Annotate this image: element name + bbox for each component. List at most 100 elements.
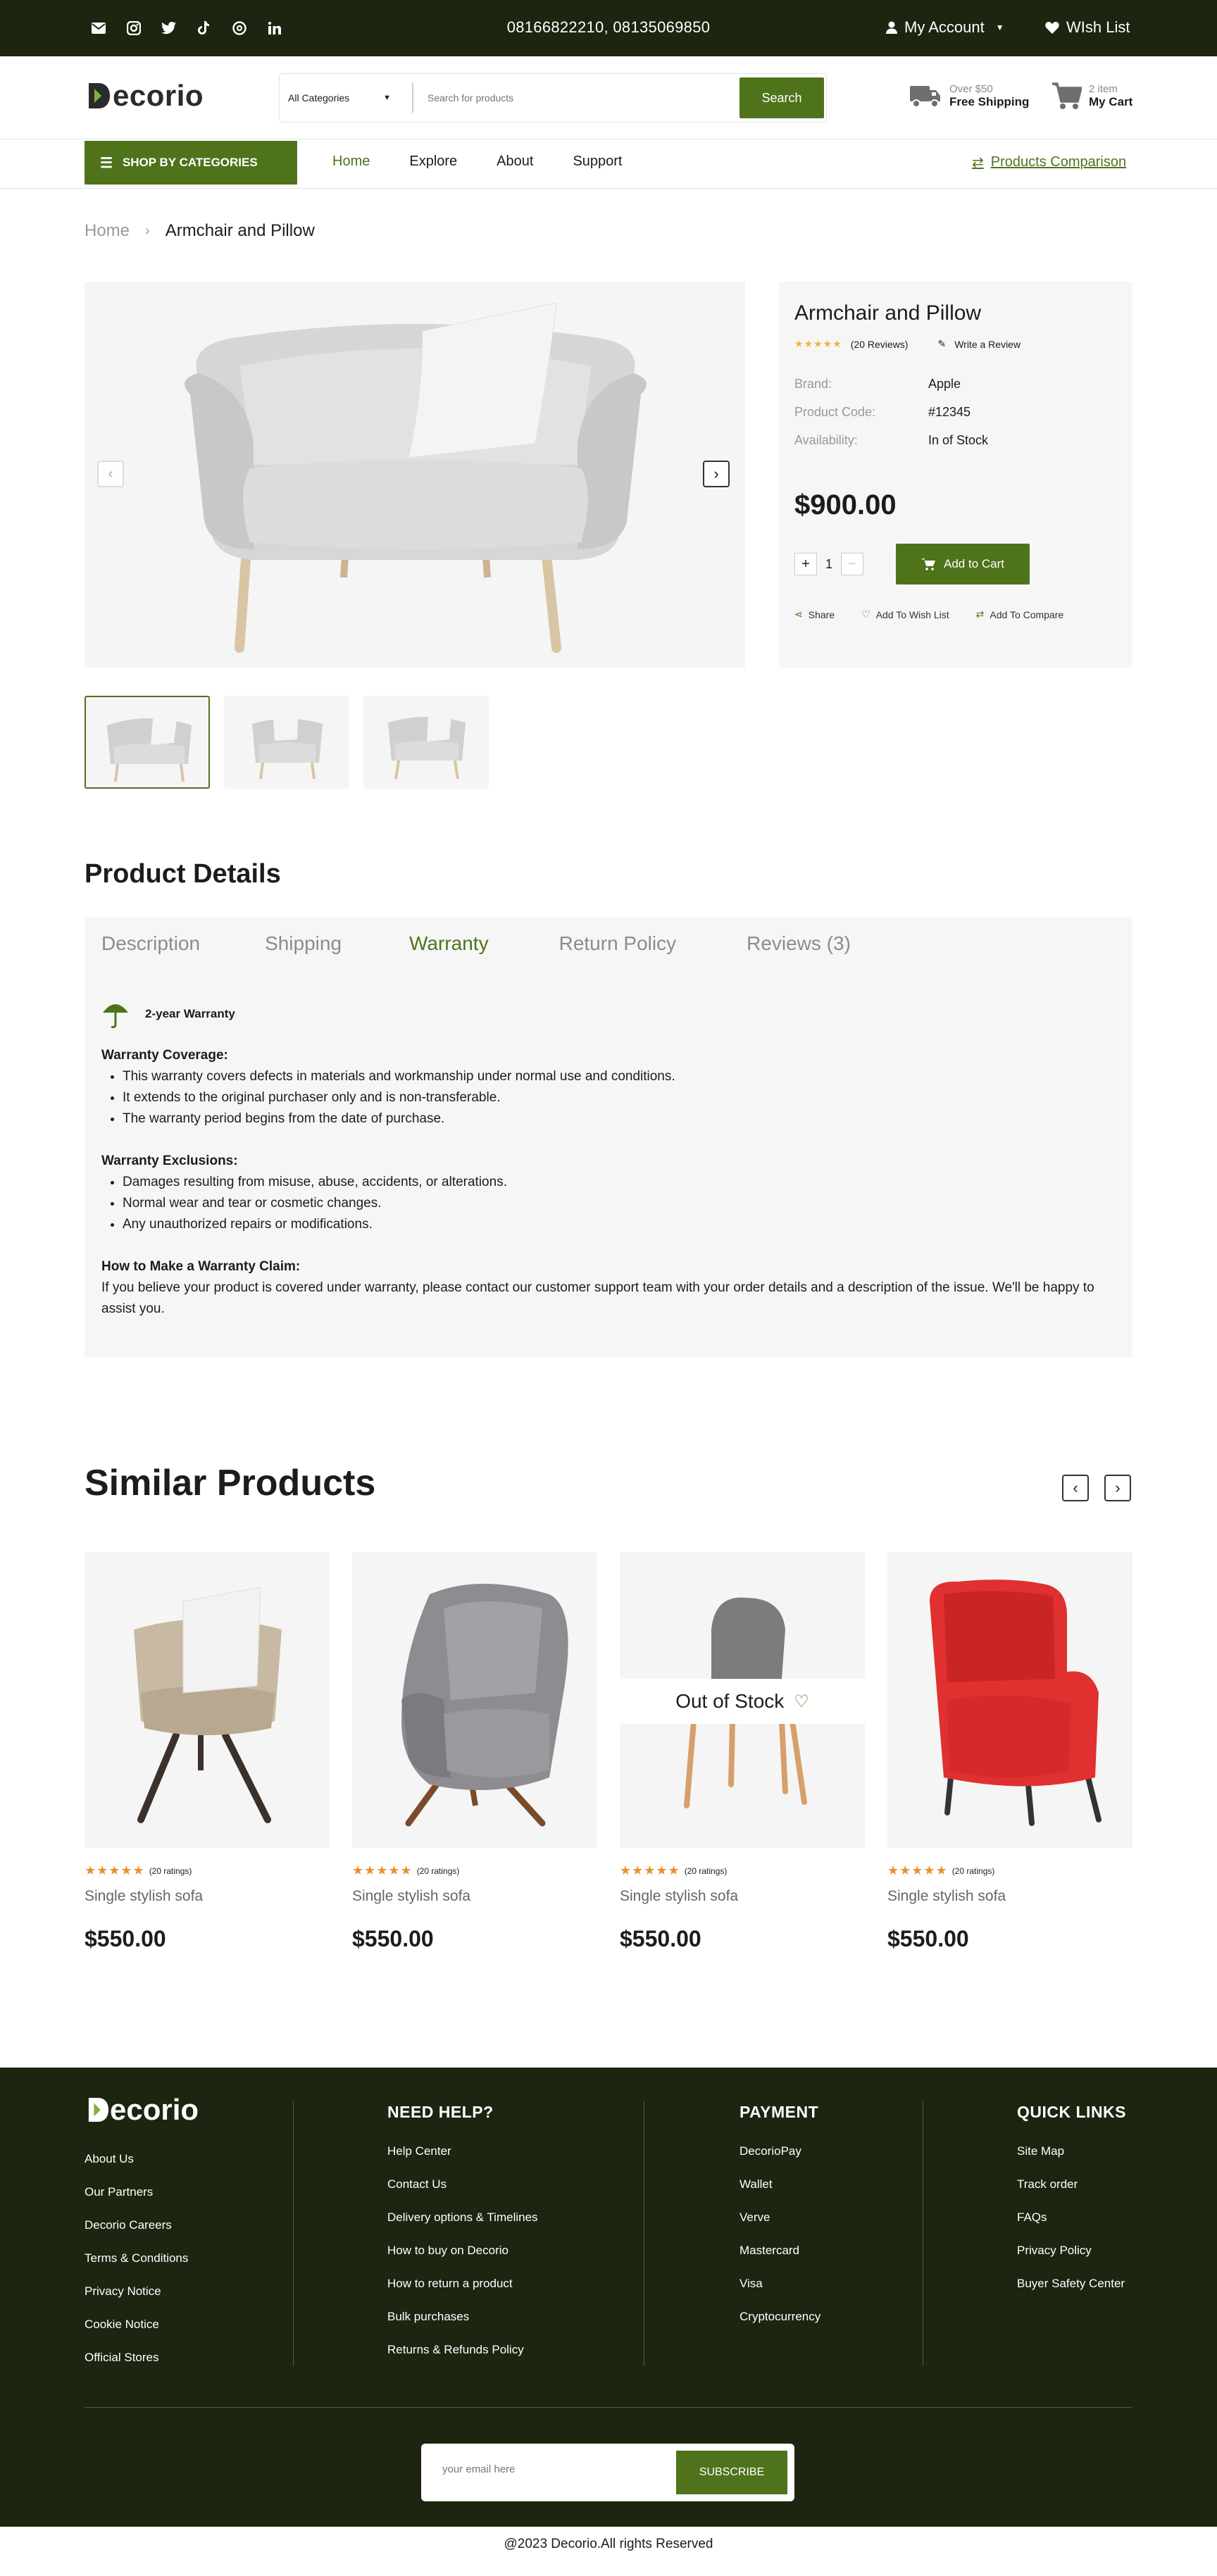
product-card[interactable]: Out of Stock ♡ ★★★★★ (20 ratings) Single …	[620, 1552, 865, 1952]
gallery-prev-button[interactable]: ‹	[97, 461, 124, 487]
product-card[interactable]: ★★★★★ (20 ratings) Single stylish sofa $5…	[887, 1552, 1132, 1952]
footer-link[interactable]: Wallet	[739, 2177, 820, 2211]
truck-icon	[910, 85, 940, 108]
product-info-panel: Armchair and Pillow ★★★★★ (20 Reviews) ✎…	[779, 282, 1132, 668]
warranty-content: Warranty Coverage: This warranty covers …	[101, 1045, 1116, 1320]
thumbnail-1[interactable]	[85, 696, 210, 789]
footer-link[interactable]: Track order	[1017, 2177, 1126, 2211]
footer-link[interactable]: How to buy on Decorio	[387, 2244, 538, 2277]
footer-link[interactable]: Bulk purchases	[387, 2310, 538, 2343]
similar-prev-button[interactable]: ‹	[1062, 1475, 1089, 1501]
footer: ecorio About Us Our Partners Decorio Car…	[0, 2068, 1217, 2527]
out-of-stock-label: Out of Stock	[675, 1690, 785, 1712]
list-item: It extends to the original purchaser onl…	[123, 1087, 1116, 1108]
tab-shipping[interactable]: Shipping	[265, 932, 342, 955]
email-input[interactable]: your email here	[442, 2463, 515, 2475]
footer-link[interactable]: How to return a product	[387, 2277, 538, 2310]
footer-link[interactable]: Our Partners	[85, 2185, 188, 2218]
quick-links-heading: QUICK LINKS	[1017, 2103, 1126, 2121]
warranty-header: 2-year Warranty	[101, 999, 235, 1030]
footer-quick-links-column: QUICK LINKS Site Map Track order FAQs Pr…	[1017, 2103, 1126, 2310]
add-to-compare-button[interactable]: ⇄ Add To Compare	[976, 608, 1064, 620]
tab-warranty[interactable]: Warranty	[409, 932, 489, 955]
footer-link[interactable]: Cookie Notice	[85, 2318, 188, 2351]
footer-link[interactable]: Decorio Careers	[85, 2218, 188, 2251]
rating-stars: ★★★★★	[794, 338, 842, 349]
tab-reviews[interactable]: Reviews (3)	[747, 932, 851, 955]
list-item: Normal wear and tear or cosmetic changes…	[123, 1193, 1116, 1214]
products-comparison-link[interactable]: ⇄ Products Comparison	[972, 154, 1126, 171]
nav-home[interactable]: Home	[332, 154, 370, 170]
category-select[interactable]: All Categories ▼	[280, 83, 413, 113]
shop-by-categories-button[interactable]: ☰ SHOP BY CATEGORIES	[85, 141, 297, 185]
thumbnail-2[interactable]	[224, 696, 349, 789]
list-item: Damages resulting from misuse, abuse, ac…	[123, 1172, 1116, 1193]
heart-outline-icon[interactable]: ♡	[794, 1692, 809, 1712]
footer-link[interactable]: Privacy Policy	[1017, 2244, 1126, 2277]
card-price: $550.00	[85, 1926, 166, 1951]
increase-quantity-button[interactable]: +	[794, 553, 817, 575]
footer-logo[interactable]: ecorio	[87, 2093, 199, 2127]
card-name: Single stylish sofa	[887, 1888, 1006, 1904]
wish-list-link[interactable]: WIsh List	[1045, 18, 1130, 37]
cart-button[interactable]: 2 item My Cart	[1052, 82, 1132, 110]
write-review-link[interactable]: Write a Review	[954, 339, 1021, 350]
wish-list-label: WIsh List	[1066, 18, 1130, 36]
my-account-menu[interactable]: My Account ▼	[886, 18, 1004, 37]
add-to-cart-button[interactable]: Add to Cart	[896, 544, 1030, 584]
review-count[interactable]: (20 Reviews)	[851, 339, 909, 350]
share-button[interactable]: ⋖ Share	[794, 608, 835, 620]
footer-link[interactable]: Delivery options & Timelines	[387, 2211, 538, 2244]
nav-about[interactable]: About	[497, 154, 533, 170]
card-stars: ★★★★★	[352, 1863, 413, 1877]
product-card[interactable]: ★★★★★ (20 ratings) Single stylish sofa $5…	[85, 1552, 330, 1952]
thumbnail-image	[107, 713, 192, 782]
similar-next-button[interactable]: ›	[1104, 1475, 1131, 1501]
tab-description[interactable]: Description	[101, 932, 200, 955]
footer-link[interactable]: Help Center	[387, 2144, 538, 2177]
details-tabs: Description Shipping Warranty Return Pol…	[101, 932, 851, 955]
footer-link[interactable]: Cryptocurrency	[739, 2310, 820, 2343]
footer-link[interactable]: Terms & Conditions	[85, 2251, 188, 2284]
cart-icon	[1052, 82, 1082, 109]
chevron-right-icon: ›	[145, 223, 150, 239]
footer-link[interactable]: DecorioPay	[739, 2144, 820, 2177]
footer-link[interactable]: Site Map	[1017, 2144, 1126, 2177]
shipping-big: Free Shipping	[949, 95, 1030, 108]
product-code-value: #12345	[928, 405, 971, 419]
footer-company-links: About Us Our Partners Decorio Careers Te…	[85, 2152, 188, 2384]
my-account-label: My Account	[904, 18, 985, 36]
user-icon	[886, 21, 897, 34]
gallery-next-button[interactable]: ›	[703, 461, 730, 487]
footer-link[interactable]: Privacy Notice	[85, 2284, 188, 2318]
quantity-value[interactable]: 1	[825, 557, 832, 572]
footer-link[interactable]: Buyer Safety Center	[1017, 2277, 1126, 2310]
footer-link[interactable]: Official Stores	[85, 2351, 188, 2384]
nav-support[interactable]: Support	[573, 154, 622, 170]
footer-link[interactable]: Contact Us	[387, 2177, 538, 2211]
footer-link[interactable]: Verve	[739, 2211, 820, 2244]
decrease-quantity-button[interactable]: −	[841, 553, 864, 575]
decorio-logo[interactable]: ecorio	[87, 79, 204, 113]
add-to-wish-list-button[interactable]: ♡ Add To Wish List	[861, 608, 949, 620]
share-icon: ⋖	[794, 608, 803, 620]
product-card[interactable]: ★★★★★ (20 ratings) Single stylish sofa $5…	[352, 1552, 597, 1952]
footer-link[interactable]: FAQs	[1017, 2211, 1126, 2244]
thumbnail-3[interactable]	[363, 696, 489, 789]
shop-by-categories-label: SHOP BY CATEGORIES	[122, 156, 258, 169]
subscribe-button[interactable]: SUBSCRIBE	[676, 2451, 787, 2494]
footer-link[interactable]: About Us	[85, 2152, 188, 2185]
nav-explore[interactable]: Explore	[409, 154, 457, 170]
footer-link[interactable]: Returns & Refunds Policy	[387, 2343, 538, 2376]
breadcrumb-home[interactable]: Home	[85, 221, 130, 241]
footer-logo-text: ecorio	[110, 2093, 199, 2126]
coverage-heading: Warranty Coverage:	[101, 1048, 228, 1063]
footer-link[interactable]: Mastercard	[739, 2244, 820, 2277]
tab-return-policy[interactable]: Return Policy	[559, 932, 677, 955]
card-price: $550.00	[352, 1926, 434, 1951]
payment-heading: PAYMENT	[739, 2103, 819, 2121]
products-comparison-label: Products Comparison	[990, 154, 1127, 170]
search-button[interactable]: Search	[739, 77, 824, 118]
footer-link[interactable]: Visa	[739, 2277, 820, 2310]
thumbnail-list	[85, 696, 489, 789]
